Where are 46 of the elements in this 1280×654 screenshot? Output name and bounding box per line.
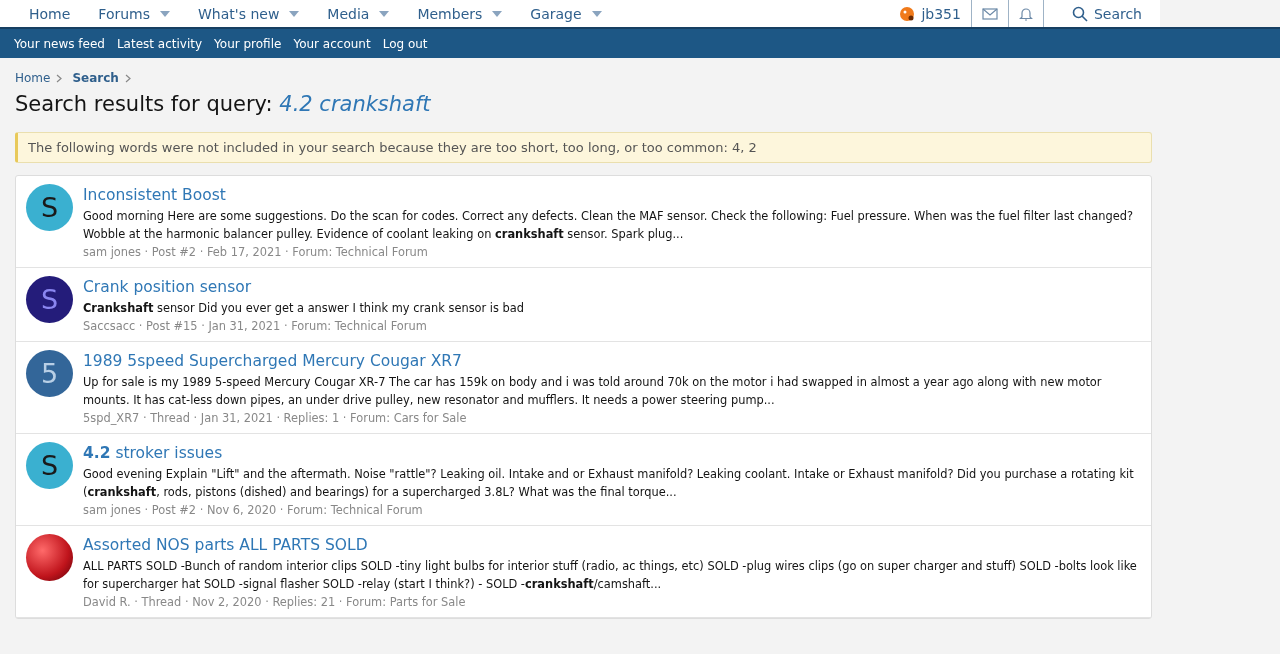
avatar[interactable]: S <box>26 276 73 323</box>
notice-message: The following words were not included in your search because they are too short, too long, or too common: 4, 2 <box>15 132 1152 163</box>
result-snippet: Good morning Here are some suggestions. Do the scan for codes. Correct any defects. Clean the MAF sensor. Check the following: Fuel pressure. When was the fuel filter last changed? Wobble at the harmonic balancer pulley. Evidence of coolant leaking on crankshaft sensor. Spark plug... <box>83 208 1135 243</box>
search-button[interactable]: Search <box>1043 5 1160 22</box>
avatar[interactable]: S <box>26 442 73 489</box>
result-title-link[interactable]: Crank position sensor <box>83 278 525 296</box>
result-title-link[interactable]: 4.2 stroker issues <box>83 444 1141 462</box>
result-meta: David R. · Thread · Nov 2, 2020 · Replies: 21 · Forum: Parts for Sale <box>83 595 467 609</box>
photo-placeholder[interactable] <box>26 534 73 581</box>
result-snippet: ALL PARTS SOLD -Bunch of random interior clips SOLD -tiny light bulbs for interior stuff (radio, ac things, etc) SOLD -plug wires clips (go on super charger and stuff) SOLD -bolts look like for supercharger hat SOLD -signal flasher SOLD -relay (start I think?) - SOLD -crankshaft/camshaft... <box>83 558 1138 593</box>
page-title: Search results for query: <box>15 92 273 116</box>
result-snippet: Crankshaft sensor Did you ever get a answer I think my crank sensor is bad <box>83 300 525 317</box>
avatar[interactable]: 5 <box>26 350 73 397</box>
breadcrumb-link[interactable]: Home <box>15 71 51 85</box>
caret-icon <box>591 10 602 17</box>
subnav-link[interactable]: Your account <box>287 36 377 51</box>
caret-icon <box>289 10 300 17</box>
result-meta: sam jones · Post #2 · Feb 17, 2021 · Forum: Technical Forum <box>83 245 429 259</box>
chevron-icon <box>124 73 131 83</box>
nav-tab[interactable]: Members <box>403 5 517 22</box>
subnav-link[interactable]: Your profile <box>208 36 288 51</box>
breadcrumb-link[interactable]: Search <box>72 71 119 85</box>
subnav-link[interactable]: Log out <box>376 36 434 51</box>
chevron-icon <box>56 73 63 83</box>
avatar[interactable]: S <box>26 184 73 231</box>
result-title-link[interactable]: Assorted NOS parts ALL PARTS SOLD <box>83 536 1141 554</box>
avatar-icon <box>899 4 916 23</box>
nav-tab[interactable]: Garage <box>516 5 616 22</box>
subnav-link[interactable]: Latest activity <box>110 36 209 51</box>
caret-icon <box>492 10 503 17</box>
caret-icon <box>379 10 390 17</box>
nav-tab[interactable]: Media <box>313 5 404 22</box>
result-snippet: Up for sale is my 1989 5-speed Mercury Cougar XR-7 The car has 159k on body and i was told around 70k on the motor i had swapped in almost a year ago along with new motor mounts. It has cat-less down pipes, an under drive pulley, new resonator and mufflers. It needs a power steering pump... <box>83 374 1103 409</box>
search-icon <box>1071 5 1088 22</box>
result-title-link[interactable]: Inconsistent Boost <box>83 186 1141 204</box>
result-meta: sam jones · Post #2 · Nov 6, 2020 · Forum: Technical Forum <box>83 503 424 517</box>
result-meta: 5spd_XR7 · Thread · Jan 31, 2021 · Replies: 1 · Forum: Cars for Sale <box>83 411 468 425</box>
result-title-link[interactable]: 1989 5speed Supercharged Mercury Cougar XR7 <box>83 352 1141 370</box>
result-meta: Saccsacc · Post #15 · Jan 31, 2021 · Forum: Technical Forum <box>83 319 428 333</box>
subnav-link[interactable]: Your news feed <box>8 36 111 51</box>
caret-icon <box>160 10 171 17</box>
query-link[interactable]: 4.2 crankshaft <box>279 92 431 116</box>
nav-tab[interactable]: Home <box>15 5 85 22</box>
nav-tab[interactable]: Forums <box>84 5 185 22</box>
result-snippet: Good evening Explain "Lift" and the aftermath. Noise "rattle"? Leaking oil. Intake and or Exhaust manifold? Leaking coolant. Intake or Exhaust manifold? Did you purchase a rotating kit (crankshaft, rods, pistons (dished) and bearings) for a supercharged 3.8L? What was the final torque... <box>83 466 1135 501</box>
nav-tab[interactable]: What's new <box>184 5 314 22</box>
